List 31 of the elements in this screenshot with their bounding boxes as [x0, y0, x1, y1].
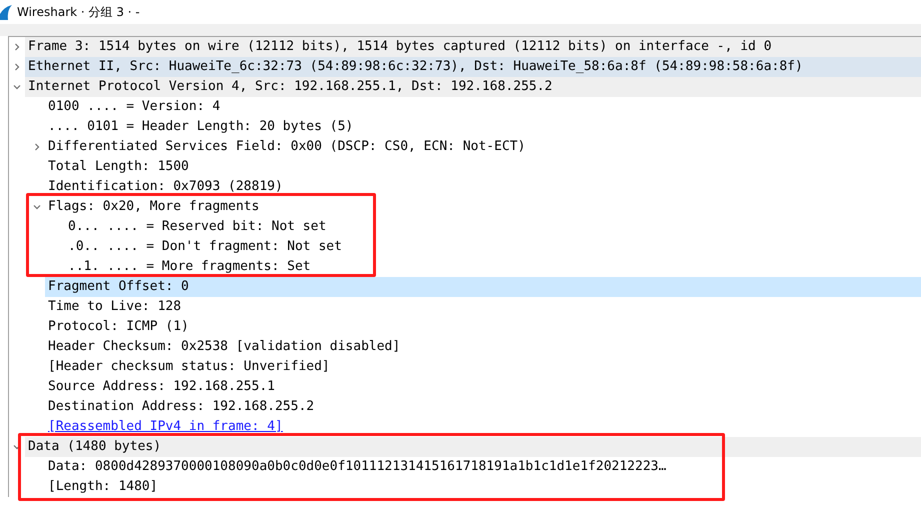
protocol-header[interactable]: Frame 3: 1514 bytes on wire (12112 bits), 1514 bytes captured (12112 bits) on interface -, id 0: [25, 37, 921, 57]
field-row[interactable]: [Length: 1480]: [45, 477, 921, 497]
field-row[interactable]: Destination Address: 192.168.255.2: [45, 397, 921, 417]
field-row[interactable]: Differentiated Services Field: 0x00 (DSCP: CS0, ECN: Not-ECT): [45, 137, 921, 157]
expanded-chevron-icon[interactable]: [13, 443, 21, 451]
field-row[interactable]: Time to Live: 128: [45, 297, 921, 317]
expanded-chevron-icon[interactable]: [33, 203, 41, 211]
field-row[interactable]: .... 0101 = Header Length: 20 bytes (5): [45, 117, 921, 137]
collapsed-chevron-icon[interactable]: [13, 43, 21, 51]
field-row[interactable]: Header Checksum: 0x2538 [validation disabled]: [45, 337, 921, 357]
app-logo-icon: [0, 4, 12, 20]
field-row[interactable]: [Header checksum status: Unverified]: [45, 357, 921, 377]
field-row[interactable]: Data: 0800d4289370000108090a0b0c0d0e0f101112131415161718191a1b1c1d1e1f20212223…: [45, 457, 921, 477]
expanded-chevron-icon[interactable]: [13, 83, 21, 91]
frame-link[interactable]: [Reassembled IPv4 in frame: 4]: [45, 417, 921, 437]
field-row[interactable]: Identification: 0x7093 (28819): [45, 177, 921, 197]
field-row[interactable]: .0.. .... = Don't fragment: Not set: [65, 237, 921, 257]
field-row[interactable]: 0... .... = Reserved bit: Not set: [65, 217, 921, 237]
field-row[interactable]: Protocol: ICMP (1): [45, 317, 921, 337]
window-title: Wireshark · 分组 3 · -: [17, 4, 140, 20]
protocol-header[interactable]: Data (1480 bytes): [25, 437, 921, 457]
collapsed-chevron-icon[interactable]: [13, 63, 21, 71]
field-row[interactable]: Total Length: 1500: [45, 157, 921, 177]
collapsed-chevron-icon[interactable]: [33, 143, 41, 151]
protocol-header[interactable]: Ethernet II, Src: HuaweiTe_6c:32:73 (54:89:98:6c:32:73), Dst: HuaweiTe_58:6a:8f (54:89:98:58:6a:8f): [25, 57, 921, 77]
field-row[interactable]: Source Address: 192.168.255.1: [45, 377, 921, 397]
field-row[interactable]: ..1. .... = More fragments: Set: [65, 257, 921, 277]
field-row[interactable]: 0100 .... = Version: 4: [45, 97, 921, 117]
field-row[interactable]: Flags: 0x20, More fragments: [45, 197, 921, 217]
protocol-header[interactable]: Internet Protocol Version 4, Src: 192.168.255.1, Dst: 192.168.255.2: [25, 77, 921, 97]
field-row[interactable]: Fragment Offset: 0: [45, 277, 921, 297]
